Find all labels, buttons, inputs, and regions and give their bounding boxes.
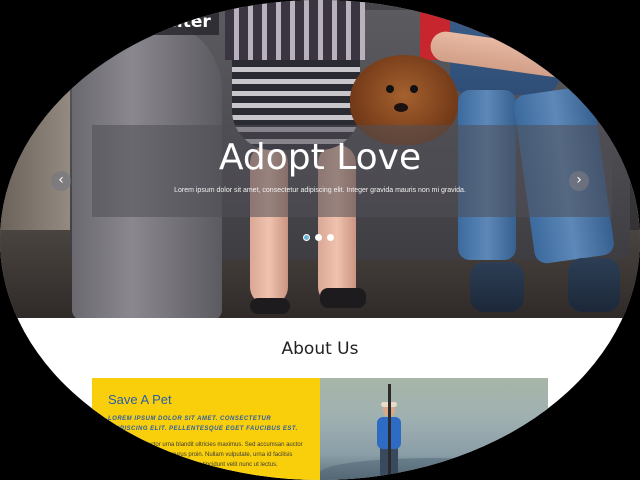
- slider-indicators: [303, 234, 334, 242]
- slider-next-button[interactable]: ›: [569, 171, 589, 191]
- about-section-title: About Us: [281, 339, 359, 359]
- dog-eye: [386, 85, 394, 93]
- hero-slider: Pet Shelter Adopt Love Lorem ipsum dolor…: [0, 0, 640, 318]
- about-photo: [320, 378, 548, 480]
- site-logo[interactable]: Pet Shelter: [95, 9, 219, 35]
- slider-prev-button[interactable]: ‹: [51, 171, 71, 191]
- save-a-pet-subtitle: LOREM IPSUM DOLOR SIT AMET. CONSECTETUR …: [108, 416, 298, 432]
- hero-photo-girl-top: [225, 0, 365, 60]
- about-photo-hill: [320, 458, 548, 480]
- save-a-pet-body: Suspendisse auctor urna blandit ultricie…: [108, 442, 303, 468]
- hero-title: Adopt Love: [218, 137, 422, 178]
- dog-nose: [394, 103, 408, 112]
- slider-dot-3[interactable]: [327, 234, 334, 241]
- hero-text: Lorem ipsum dolor sit amet, consectetur …: [174, 187, 466, 194]
- hero-photo-boy-sneaker: [568, 258, 620, 312]
- slider-dot-2[interactable]: [315, 234, 322, 241]
- save-a-pet-title: Save A Pet: [108, 392, 172, 407]
- hero-photo-girl-shoe: [320, 288, 366, 308]
- slider-dot-1[interactable]: [303, 234, 310, 241]
- hero-photo-boy-sneaker: [470, 262, 524, 312]
- about-photo-pole: [388, 384, 391, 480]
- hero-photo-girl-shoe: [250, 298, 290, 314]
- hamburger-menu-icon[interactable]: [528, 14, 546, 28]
- page-viewport: Pet Shelter Adopt Love Lorem ipsum dolor…: [0, 0, 640, 480]
- dog-eye: [410, 85, 418, 93]
